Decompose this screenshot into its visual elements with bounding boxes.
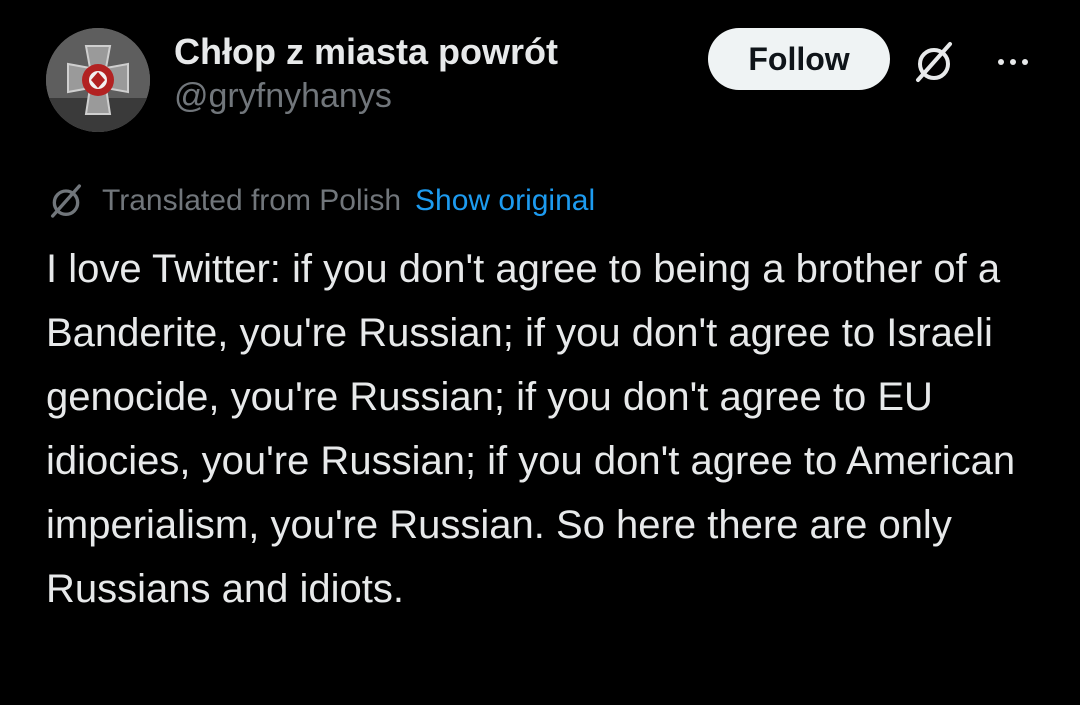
avatar[interactable]: [46, 28, 150, 132]
author-handle[interactable]: @gryfnyhanys: [174, 74, 558, 118]
follow-button[interactable]: Follow: [708, 28, 890, 90]
translation-notice: Translated from Polish Show original: [46, 180, 595, 222]
translated-from-label: Translated from Polish: [102, 184, 402, 217]
avatar-image: [46, 28, 150, 132]
more-dot: [1010, 59, 1016, 65]
author-names: Chłop z miasta powrót @gryfnyhanys: [174, 30, 558, 118]
grok-icon[interactable]: [910, 38, 958, 86]
more-dot: [998, 59, 1004, 65]
show-original-link[interactable]: Show original: [415, 184, 595, 218]
author-display-name[interactable]: Chłop z miasta powrót: [174, 30, 558, 74]
grok-icon: [51, 184, 82, 218]
tweet-header: Chłop z miasta powrót @gryfnyhanys Follo…: [46, 24, 1046, 134]
more-dot: [1022, 59, 1028, 65]
tweet-text: I love Twitter: if you don't agree to be…: [46, 247, 1016, 611]
more-dots-icon[interactable]: [986, 42, 1040, 82]
